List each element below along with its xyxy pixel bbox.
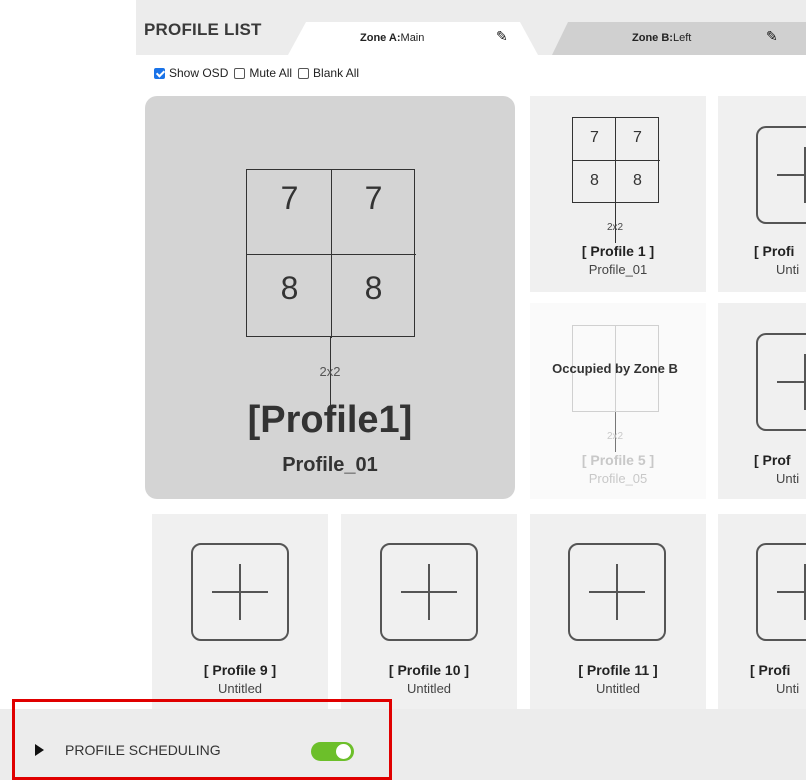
selected-profile-subtitle: Profile_01 (282, 454, 378, 476)
profile-scheduling-highlight: PROFILE SCHEDULING (12, 699, 392, 780)
profile-2-title: [ Profi (754, 243, 795, 259)
blank-all-label: Blank All (313, 66, 360, 80)
mute-all-checkbox[interactable] (234, 67, 246, 79)
blank-all-option[interactable]: Blank All (298, 66, 359, 80)
profile-5-subtitle: Profile_05 (588, 471, 648, 486)
profile-9-title: [ Profile 9 ] (203, 662, 277, 678)
profile-5-title: [ Profile 5 ] (581, 452, 655, 468)
layout-cell-1: 7 (280, 180, 299, 216)
page-title: PROFILE LIST (144, 20, 262, 39)
mute-all-label: Mute All (249, 66, 293, 80)
osd-options: Show OSD Mute All Blank All (154, 66, 365, 80)
profile-card-5[interactable]: Occupied by Zone B 2x2 [ Profile 5 ] Pro… (530, 303, 706, 499)
profile-10-title: [ Profile 10 ] (388, 662, 470, 678)
profile-11-subtitle: Untitled (595, 681, 641, 696)
add-profile-icon[interactable] (568, 543, 666, 641)
profile-1-layout: 7 7 8 8 (572, 117, 660, 204)
expand-arrow-icon[interactable] (35, 744, 44, 756)
occupied-overlay-label: Occupied by Zone B (552, 361, 678, 376)
add-profile-icon[interactable] (191, 543, 289, 641)
profile-card-10[interactable]: [ Profile 10 ] Untitled (341, 514, 517, 710)
profile-12-title: [ Profi (750, 662, 791, 678)
tab-zone-b[interactable]: Zone B:Left ✎ (552, 22, 806, 55)
show-osd-label: Show OSD (169, 66, 229, 80)
add-profile-icon[interactable] (756, 543, 806, 641)
show-osd-checkbox[interactable] (154, 67, 165, 79)
layout-label: 2x2 (319, 364, 341, 379)
profile-12-subtitle: Unti (776, 681, 800, 696)
selected-profile-preview: 7 7 8 8 2x2 [Profile1] Profile_01 (145, 96, 515, 499)
toggle-knob (336, 744, 351, 759)
profile-card-11[interactable]: [ Profile 11 ] Untitled (530, 514, 706, 710)
add-profile-icon[interactable] (756, 126, 806, 224)
profile-1-title: [ Profile 1 ] (581, 243, 655, 259)
tab-zone-b-label: Zone B:Left (632, 32, 692, 44)
tab-zone-a-label: Zone A:Main (360, 32, 425, 44)
profile-6-subtitle: Unti (776, 471, 800, 486)
profile-6-title: [ Prof (754, 452, 791, 468)
edit-zone-a-icon[interactable]: ✎ (496, 28, 508, 45)
profile-card-1[interactable]: 7 7 8 8 2x2 [ Profile 1 ] Profile_01 (530, 96, 706, 292)
profile-1-cell-3: 8 (590, 172, 599, 189)
layout-cell-4: 8 (364, 270, 383, 306)
layout-diagram: 7 7 8 8 (246, 169, 416, 338)
profile-1-cell-1: 7 (590, 129, 599, 146)
edit-zone-b-icon[interactable]: ✎ (766, 28, 778, 45)
profile-card-9[interactable]: [ Profile 9 ] Untitled (152, 514, 328, 710)
layout-cell-2: 7 (364, 180, 383, 216)
profile-scheduling-toggle[interactable] (311, 742, 354, 761)
profile-1-cell-4: 8 (633, 172, 642, 189)
mute-all-option[interactable]: Mute All (234, 66, 292, 80)
blank-all-checkbox[interactable] (298, 67, 310, 79)
show-osd-option[interactable]: Show OSD (154, 66, 228, 80)
profile-1-cell-2: 7 (633, 129, 642, 146)
profile-card-2[interactable]: [ Profi Unti (718, 96, 806, 292)
profile-1-layout-label: 2x2 (606, 222, 624, 233)
add-profile-icon[interactable] (756, 333, 806, 431)
profile-9-subtitle: Untitled (217, 681, 263, 696)
profile-11-title: [ Profile 11 ] (578, 662, 658, 678)
selected-profile-title: [Profile1] (247, 399, 413, 441)
profile-card-12[interactable]: [ Profi Unti (718, 514, 806, 710)
profile-card-6[interactable]: [ Prof Unti (718, 303, 806, 499)
profile-10-subtitle: Untitled (406, 681, 452, 696)
profile-5-layout-label: 2x2 (606, 431, 624, 442)
tab-zone-a[interactable]: Zone A:Main ✎ (288, 22, 538, 55)
profile-1-subtitle: Profile_01 (588, 262, 648, 277)
layout-cell-3: 8 (280, 270, 299, 306)
profile-2-subtitle: Unti (776, 262, 800, 277)
profile-scheduling-label: PROFILE SCHEDULING (65, 742, 221, 758)
add-profile-icon[interactable] (380, 543, 478, 641)
